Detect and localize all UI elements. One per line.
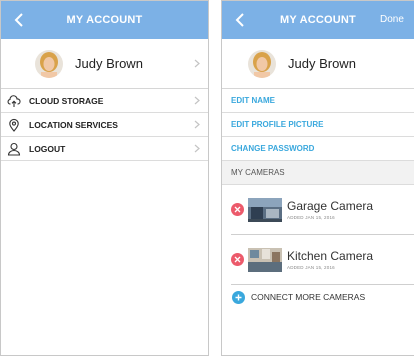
- user-icon: [7, 142, 21, 156]
- camera-thumbnail: [248, 197, 282, 222]
- chevron-left-icon: [14, 13, 23, 27]
- avatar: [35, 49, 63, 78]
- close-icon: [234, 256, 241, 263]
- camera-name: Kitchen Camera: [287, 249, 374, 263]
- chevron-right-icon: [194, 120, 200, 129]
- back-button[interactable]: [228, 7, 252, 33]
- camera-added-date: ADDED JAN 15, 2016: [287, 215, 335, 220]
- connect-more-cameras-label: CONNECT MORE CAMERAS: [251, 292, 366, 302]
- profile-name: Judy Brown: [288, 56, 356, 71]
- camera-added-date: ADDED JAN 15, 2016: [287, 265, 335, 270]
- profile-row: Judy Brown: [222, 39, 414, 89]
- avatar: [248, 49, 276, 78]
- my-account-screen: MY ACCOUNT Judy Brown CLOUD STORAGE LOCA…: [0, 0, 209, 356]
- menu-item-label: CLOUD STORAGE: [29, 95, 104, 106]
- edit-name-link[interactable]: EDIT NAME: [222, 89, 414, 113]
- location-pin-icon: [7, 118, 21, 132]
- menu-item-logout[interactable]: LOGOUT: [1, 137, 208, 161]
- menu-item-cloud-storage[interactable]: CLOUD STORAGE: [1, 89, 208, 113]
- remove-camera-button[interactable]: [231, 253, 244, 266]
- menu-item-location-services[interactable]: LOCATION SERVICES: [1, 113, 208, 137]
- edit-profile-picture-link[interactable]: EDIT PROFILE PICTURE: [222, 113, 414, 137]
- chevron-right-icon: [194, 96, 200, 105]
- menu-item-label: LOCATION SERVICES: [29, 119, 118, 130]
- camera-item-kitchen[interactable]: Kitchen Camera ADDED JAN 15, 2016: [231, 235, 414, 285]
- close-icon: [234, 206, 241, 213]
- my-account-edit-screen: MY ACCOUNT Done Judy Brown EDIT NAME EDI…: [221, 0, 414, 356]
- camera-item-garage[interactable]: Garage Camera ADDED JAN 15, 2016: [231, 185, 414, 235]
- camera-thumbnail: [248, 247, 282, 272]
- nav-bar: MY ACCOUNT: [1, 1, 208, 39]
- change-password-link[interactable]: CHANGE PASSWORD: [222, 137, 414, 161]
- add-icon: [232, 290, 245, 304]
- back-button[interactable]: [7, 7, 31, 33]
- my-cameras-header: MY CAMERAS: [222, 161, 414, 185]
- chevron-right-icon: [194, 59, 200, 68]
- done-button[interactable]: Done: [380, 14, 404, 25]
- nav-bar: MY ACCOUNT Done: [222, 1, 414, 39]
- page-title: MY ACCOUNT: [280, 14, 356, 26]
- page-title: MY ACCOUNT: [66, 14, 143, 26]
- camera-name: Garage Camera: [287, 199, 374, 213]
- menu-item-label: LOGOUT: [29, 143, 66, 154]
- chevron-right-icon: [194, 144, 200, 153]
- cloud-upload-icon: [7, 94, 21, 108]
- connect-more-cameras-button[interactable]: CONNECT MORE CAMERAS: [222, 285, 414, 309]
- profile-name: Judy Brown: [75, 56, 143, 71]
- profile-row[interactable]: Judy Brown: [1, 39, 208, 89]
- remove-camera-button[interactable]: [231, 203, 244, 216]
- chevron-left-icon: [235, 13, 244, 27]
